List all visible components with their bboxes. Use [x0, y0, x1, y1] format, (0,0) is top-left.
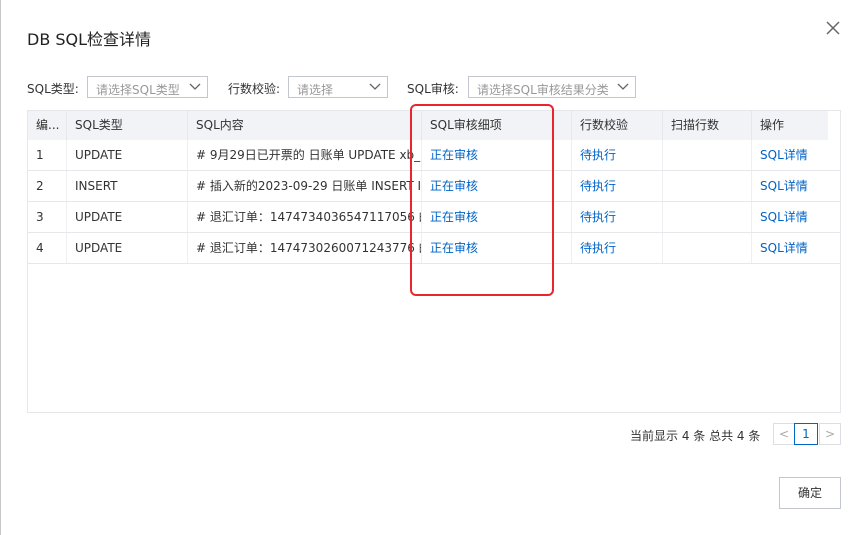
close-icon[interactable] [823, 18, 843, 38]
sql-detail-link[interactable]: SQL详情 [752, 171, 840, 201]
row-check-placeholder: 请选择 [297, 83, 334, 97]
cell-content: # 退汇订单：1474730260071243776 的关 [188, 233, 422, 263]
col-header-audit[interactable]: SQL审核细项 [422, 111, 572, 140]
row-check-label: 行数校验: [228, 82, 281, 96]
cell-audit-link[interactable]: 正在审核 [422, 140, 572, 170]
cell-check-link[interactable]: 待执行 [572, 233, 663, 263]
sql-detail-link[interactable]: SQL详情 [752, 140, 840, 170]
table-row: 4 UPDATE # 退汇订单：1474730260071243776 的关 正… [28, 233, 840, 264]
cell-check-link[interactable]: 待执行 [572, 140, 663, 170]
chevron-down-icon [617, 83, 629, 90]
cell-audit-link[interactable]: 正在审核 [422, 202, 572, 232]
col-header-no[interactable]: 编... [28, 111, 67, 140]
sql-audit-label: SQL审核: [407, 82, 459, 96]
cell-scan [663, 202, 752, 232]
table-row: 2 INSERT # 插入新的2023-09-29 日账单 INSERT INT… [28, 171, 840, 202]
sql-type-label: SQL类型: [27, 82, 79, 96]
dialog-title: DB SQL检查详情 [27, 30, 152, 49]
cell-content: # 插入新的2023-09-29 日账单 INSERT INT [188, 171, 422, 201]
sql-audit-select[interactable]: 请选择SQL审核结果分类 [468, 76, 636, 98]
sql-type-select[interactable]: 请选择SQL类型 [87, 76, 208, 98]
cell-no: 1 [28, 140, 67, 170]
prev-page-button[interactable]: < [773, 423, 795, 445]
col-header-type[interactable]: SQL类型 [67, 111, 188, 140]
cell-check-link[interactable]: 待执行 [572, 202, 663, 232]
pagination-summary: 当前显示 4 条 总共 4 条 [630, 429, 761, 443]
cell-no: 2 [28, 171, 67, 201]
next-page-button[interactable]: > [819, 423, 841, 445]
cell-audit-link[interactable]: 正在审核 [422, 171, 572, 201]
cell-type: INSERT [67, 171, 188, 201]
sql-audit-placeholder: 请选择SQL审核结果分类 [477, 83, 609, 97]
cell-content: # 9月29日已开票的 日账单 UPDATE xb_bil [188, 140, 422, 170]
table-row: 3 UPDATE # 退汇订单：1474734036547117056 的关 正… [28, 202, 840, 233]
sql-detail-link[interactable]: SQL详情 [752, 233, 840, 263]
table-header: 编... SQL类型 SQL内容 SQL审核细项 行数校验 扫描行数 操作 [28, 111, 828, 140]
cell-type: UPDATE [67, 233, 188, 263]
cell-no: 4 [28, 233, 67, 263]
sql-detail-link[interactable]: SQL详情 [752, 202, 840, 232]
cell-scan [663, 171, 752, 201]
cell-type: UPDATE [67, 140, 188, 170]
cell-type: UPDATE [67, 202, 188, 232]
cell-scan [663, 140, 752, 170]
page-number-button[interactable]: 1 [794, 423, 818, 445]
cell-scan [663, 233, 752, 263]
cell-audit-link[interactable]: 正在审核 [422, 233, 572, 263]
chevron-down-icon [189, 83, 201, 90]
cell-content: # 退汇订单：1474734036547117056 的关 [188, 202, 422, 232]
sql-table: 编... SQL类型 SQL内容 SQL审核细项 行数校验 扫描行数 操作 1 … [27, 110, 841, 413]
cell-check-link[interactable]: 待执行 [572, 171, 663, 201]
sql-type-placeholder: 请选择SQL类型 [96, 83, 180, 97]
col-header-scan[interactable]: 扫描行数 [663, 111, 752, 140]
sql-check-dialog: DB SQL检查详情 SQL类型: 请选择SQL类型 行数校验: 请选择 SQL… [0, 0, 858, 535]
col-header-content[interactable]: SQL内容 [188, 111, 422, 140]
col-header-check[interactable]: 行数校验 [572, 111, 663, 140]
cell-no: 3 [28, 202, 67, 232]
col-header-action[interactable]: 操作 [752, 111, 828, 140]
row-check-select[interactable]: 请选择 [288, 76, 388, 98]
table-row: 1 UPDATE # 9月29日已开票的 日账单 UPDATE xb_bil 正… [28, 140, 840, 171]
chevron-down-icon [369, 83, 381, 90]
ok-button[interactable]: 确定 [779, 477, 841, 509]
